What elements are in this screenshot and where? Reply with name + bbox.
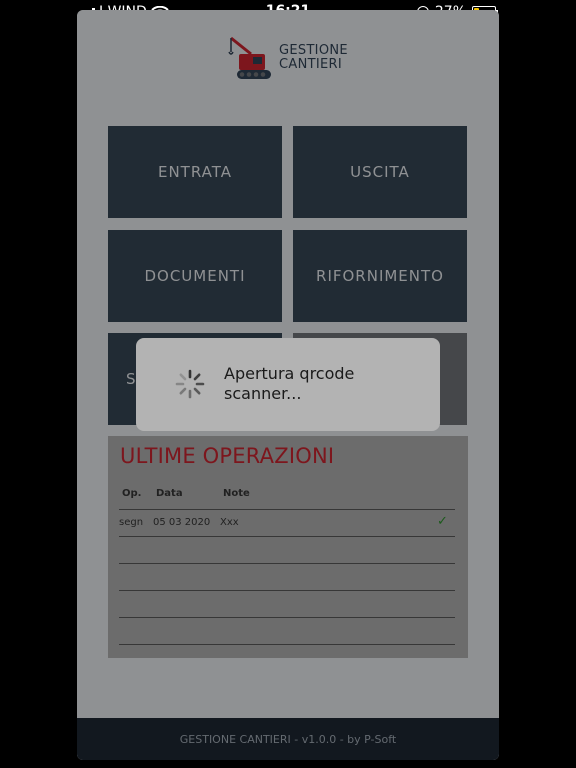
- loading-dialog: Apertura qrcode scanner...: [136, 338, 440, 431]
- loading-spinner-icon: [175, 369, 205, 399]
- dialog-message: Apertura qrcode scanner...: [224, 364, 355, 403]
